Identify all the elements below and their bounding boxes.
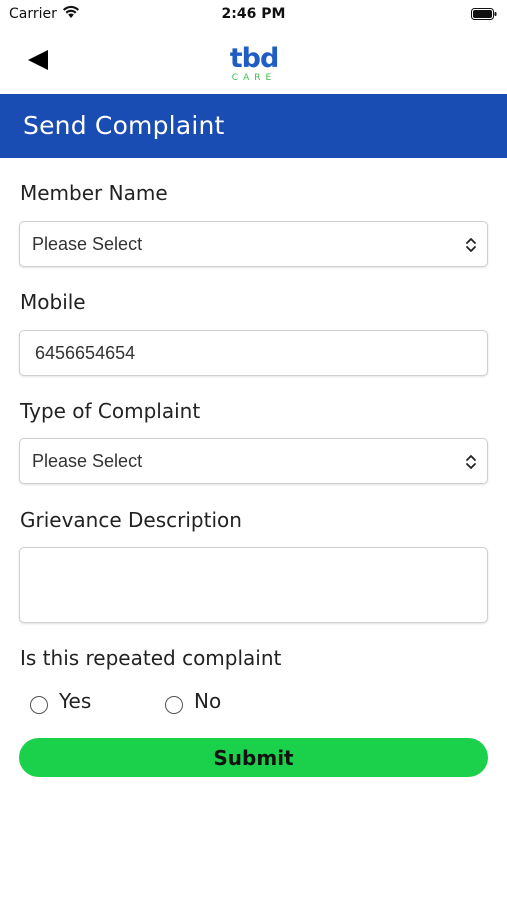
repeated-yes-radio[interactable] bbox=[30, 696, 48, 714]
complaint-type-label: Type of Complaint bbox=[20, 399, 201, 423]
member-name-value: Please Select bbox=[32, 234, 143, 254]
mobile-value: 6456654654 bbox=[35, 343, 136, 363]
repeated-no-label: No bbox=[194, 689, 222, 713]
grievance-description-textarea[interactable] bbox=[19, 547, 488, 623]
grievance-description-label: Grievance Description bbox=[20, 508, 242, 532]
status-bar: Carrier 2:46 PM bbox=[0, 0, 507, 28]
logo-wordmark: tbd bbox=[230, 43, 279, 74]
tbd-care-logo: tbd CARE bbox=[230, 43, 280, 83]
complaint-type-value: Please Select bbox=[32, 451, 143, 471]
mobile-input[interactable]: 6456654654 bbox=[19, 330, 488, 376]
repeated-complaint-label: Is this repeated complaint bbox=[20, 646, 282, 670]
page-header: Send Complaint bbox=[0, 94, 507, 158]
chevron-up-down-icon bbox=[466, 238, 476, 252]
battery-icon bbox=[471, 8, 497, 20]
nav-bar: tbd CARE bbox=[0, 28, 507, 94]
mobile-label: Mobile bbox=[20, 290, 86, 314]
status-time: 2:46 PM bbox=[221, 6, 286, 22]
back-arrow-icon bbox=[28, 50, 48, 70]
chevron-up-down-icon bbox=[466, 455, 476, 469]
member-name-select[interactable]: Please Select bbox=[19, 221, 488, 267]
repeated-yes-label: Yes bbox=[59, 689, 92, 713]
repeated-no-radio[interactable] bbox=[165, 696, 183, 714]
member-name-label: Member Name bbox=[20, 181, 168, 205]
page-title: Send Complaint bbox=[23, 111, 225, 140]
submit-button[interactable]: Submit bbox=[19, 738, 488, 777]
logo-subtitle: CARE bbox=[232, 73, 276, 83]
back-button[interactable] bbox=[20, 44, 56, 76]
complaint-type-select[interactable]: Please Select bbox=[19, 438, 488, 484]
